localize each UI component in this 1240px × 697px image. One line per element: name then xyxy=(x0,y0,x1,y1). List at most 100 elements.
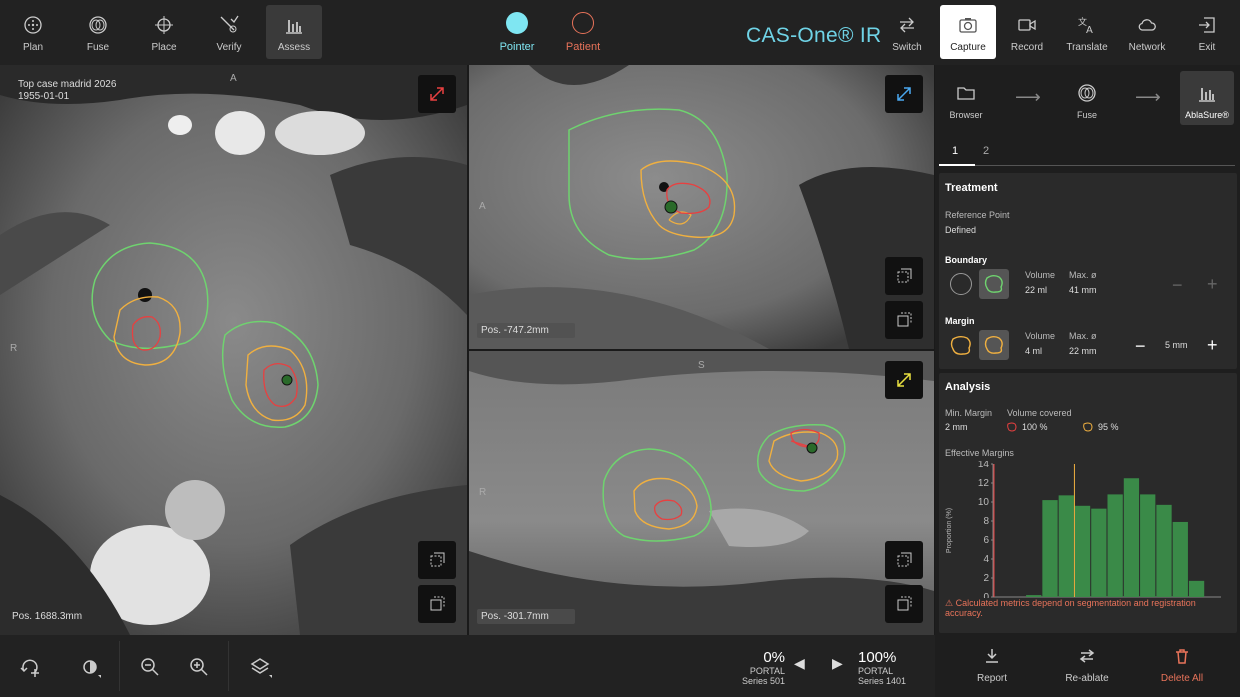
boundary-plus-button[interactable]: + xyxy=(1207,274,1218,295)
volume-covered-label: Volume covered xyxy=(1007,408,1072,418)
series-prev-button[interactable]: ◀ xyxy=(794,655,805,672)
orange-blob-icon xyxy=(950,336,971,355)
tab-1[interactable]: 1 xyxy=(952,145,958,157)
ct-image-axial xyxy=(0,65,467,635)
translate-button[interactable]: 文A Translate xyxy=(1059,5,1115,59)
place-button[interactable]: Place xyxy=(136,5,192,59)
boundary-shape-toggle[interactable] xyxy=(979,269,1009,299)
expand-arrow-icon xyxy=(897,87,911,101)
layer-box-icon xyxy=(897,596,912,611)
layer-box-sagittal-button[interactable] xyxy=(885,585,923,623)
boundary-sphere-toggle[interactable] xyxy=(950,273,972,295)
ablasure-panel: Browser ⟶ Fuse ⟶ AblaSure® 1 2 Treatment… xyxy=(935,65,1240,635)
assess-label: Assess xyxy=(277,42,311,53)
treatment-card: Treatment Reference Point Defined Bounda… xyxy=(939,173,1237,369)
expand-arrow-icon xyxy=(897,373,911,387)
switch-button[interactable]: Switch xyxy=(879,5,935,59)
delete-all-button[interactable]: Delete All xyxy=(1147,647,1217,684)
histogram-bar xyxy=(1058,495,1074,597)
trash-icon xyxy=(1176,649,1188,664)
network-button[interactable]: Network xyxy=(1119,5,1175,59)
reablate-button[interactable]: Re-ablate xyxy=(1052,647,1122,684)
ct-view-coronal[interactable]: A Pos. -747.2mm xyxy=(469,65,934,349)
slice-position-sagittal: Pos. -301.7mm xyxy=(477,609,575,624)
tab-divider xyxy=(939,165,1235,166)
histogram-bar xyxy=(1026,595,1042,597)
boundary-volume-label: Volume xyxy=(1025,270,1056,280)
ct-view-sagittal[interactable]: S R Pos. -301.7mm xyxy=(469,351,934,635)
crop-box-icon xyxy=(430,552,445,567)
plan-button[interactable]: Plan xyxy=(5,5,61,59)
exit-icon xyxy=(1199,17,1215,33)
expand-arrow-icon xyxy=(430,87,444,101)
crop-box-coronal-button[interactable] xyxy=(885,257,923,295)
maximize-sagittal-button[interactable] xyxy=(885,361,923,399)
y-tick-label: 4 xyxy=(983,554,989,565)
series-right-name: PORTAL xyxy=(858,666,894,676)
report-button[interactable]: Report xyxy=(957,647,1027,684)
assess-button[interactable]: Assess xyxy=(266,5,322,59)
y-axis-label: Proportion (%) xyxy=(946,508,953,553)
contrast-icon[interactable] xyxy=(78,655,102,679)
patient-circle-icon xyxy=(572,12,594,34)
pointer-toggle[interactable]: Pointer xyxy=(487,12,547,53)
case-date: 1955-01-01 xyxy=(18,91,70,102)
reablate-label: Re-ablate xyxy=(1065,673,1109,684)
layer-box-coronal-button[interactable] xyxy=(885,301,923,339)
workflow-ablasure-button[interactable]: AblaSure® xyxy=(1180,71,1234,125)
record-label: Record xyxy=(1010,42,1044,53)
translate-icon: 文A xyxy=(1078,16,1093,35)
margin-shape-toggle[interactable] xyxy=(979,330,1009,360)
histogram-bar xyxy=(1123,478,1140,597)
green-blob-icon xyxy=(984,275,1003,293)
zoom-in-icon[interactable] xyxy=(187,655,211,679)
margin-plus-button[interactable]: + xyxy=(1207,335,1218,356)
accuracy-warning: ⚠ Calculated metrics depend on segmentat… xyxy=(945,598,1235,618)
margin-minus-button[interactable]: − xyxy=(1135,336,1146,357)
zoom-out-icon[interactable] xyxy=(138,655,162,679)
layer-box-icon xyxy=(897,312,912,327)
ct-view-axial[interactable]: Top case madrid 2026 1955-01-01 A R Pos.… xyxy=(0,65,467,635)
y-tick-label: 14 xyxy=(978,461,990,470)
series-next-button[interactable]: ▶ xyxy=(832,655,843,672)
crop-box-button[interactable] xyxy=(418,541,456,579)
place-icon xyxy=(155,16,173,34)
ct-image-coronal xyxy=(469,65,934,349)
layers-icon[interactable] xyxy=(248,655,272,679)
maximize-coronal-button[interactable] xyxy=(885,75,923,113)
delete-all-label: Delete All xyxy=(1160,673,1204,684)
histogram-bar xyxy=(1172,521,1188,597)
exit-label: Exit xyxy=(1198,42,1216,53)
workflow-arrow-icon: ⟶ xyxy=(1015,87,1041,107)
margin-volume-value: 4 ml xyxy=(1025,346,1043,356)
tab-2[interactable]: 2 xyxy=(983,145,989,157)
layer-box-button[interactable] xyxy=(418,585,456,623)
warning-icon: ⚠ xyxy=(945,598,956,608)
patient-toggle[interactable]: Patient xyxy=(553,12,613,53)
boundary-minus-button[interactable]: − xyxy=(1172,275,1183,296)
record-button[interactable]: Record xyxy=(999,5,1055,59)
capture-button[interactable]: Capture xyxy=(940,5,996,59)
warning-text: Calculated metrics depend on segmentatio… xyxy=(945,598,1196,618)
exit-button[interactable]: Exit xyxy=(1179,5,1235,59)
crop-box-sagittal-button[interactable] xyxy=(885,541,923,579)
workflow-fuse-button[interactable]: Fuse xyxy=(1060,71,1114,125)
slice-position-coronal: Pos. -747.2mm xyxy=(477,323,575,338)
series-left-name: PORTAL xyxy=(749,666,785,676)
svg-text:A: A xyxy=(1086,25,1093,35)
margin-shape-outline-toggle[interactable] xyxy=(948,332,974,358)
series-left: 0% PORTAL Series 501 xyxy=(730,649,785,686)
y-tick-label: 6 xyxy=(983,535,989,546)
ct-image-sagittal xyxy=(469,351,934,635)
workflow-browser-button[interactable]: Browser xyxy=(939,71,993,125)
plan-label: Plan xyxy=(22,42,43,53)
crop-box-icon xyxy=(897,268,912,283)
boundary-volume-value: 22 ml xyxy=(1025,285,1048,295)
rotate-add-icon[interactable] xyxy=(18,655,42,679)
reference-point-value: Defined xyxy=(945,225,977,235)
download-icon xyxy=(986,649,998,663)
verify-button[interactable]: Verify xyxy=(201,5,257,59)
histogram-bar xyxy=(1042,500,1058,597)
fuse-button[interactable]: Fuse xyxy=(70,5,126,59)
maximize-view-button[interactable] xyxy=(418,75,456,113)
